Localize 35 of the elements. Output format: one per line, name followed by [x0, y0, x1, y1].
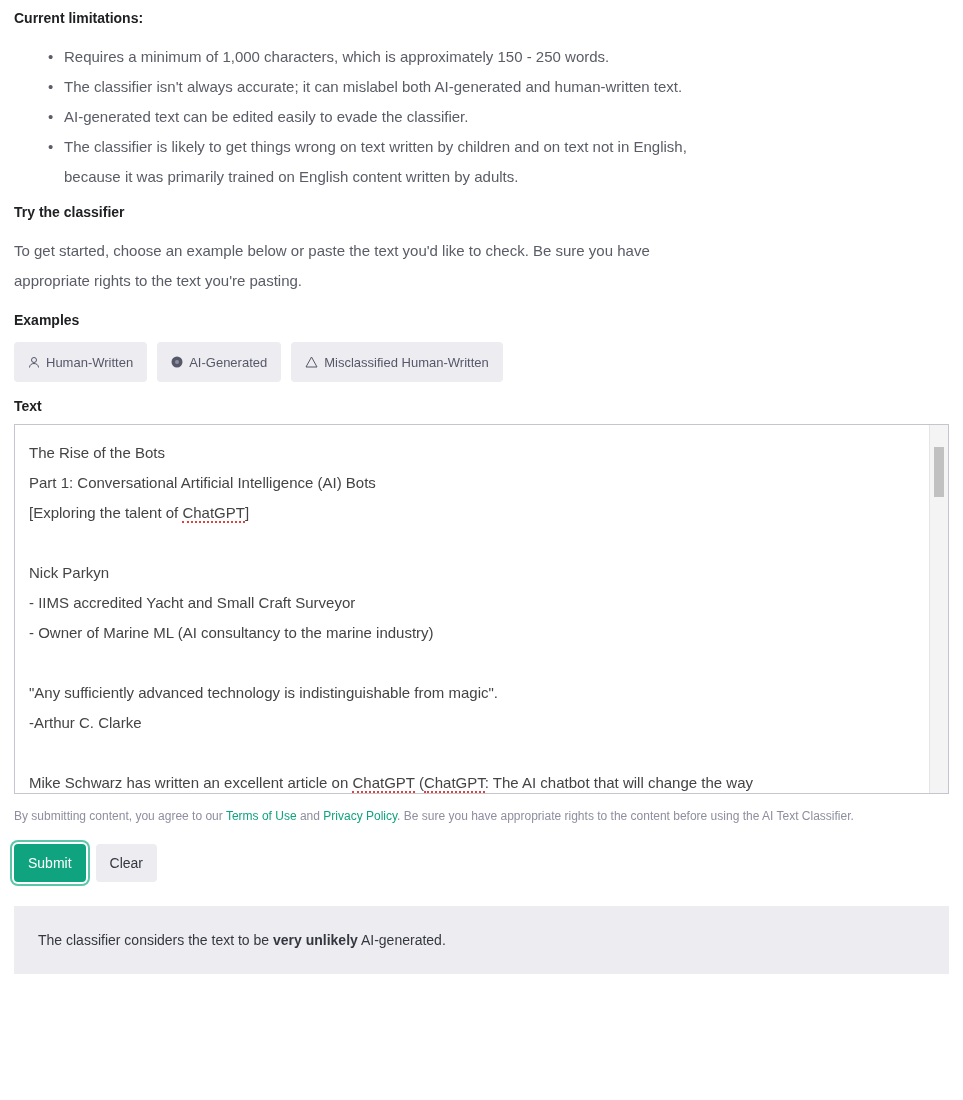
example-button[interactable]: Misclassified Human-Written: [291, 342, 503, 382]
clear-button[interactable]: Clear: [95, 844, 158, 882]
example-button[interactable]: Human-Written: [14, 342, 148, 382]
text-area[interactable]: [14, 424, 949, 794]
result-message: The classifier considers the text to be very unlikely AI-generated.: [14, 906, 949, 974]
bullet-marker: •: [48, 137, 55, 157]
text-line: Mike Schwarz has written an excellent article on ChatGPT (ChatGPT: The AI chatbot that will change the way: [29, 773, 754, 793]
section-heading: Examples: [14, 312, 81, 328]
limitation-item: The classifier is likely to get things wrong on text written by children and on text not in English, because it was primarily trained on English content written by adults.: [64, 137, 688, 187]
scrollbar-thumb[interactable]: [934, 447, 944, 497]
field-label: Text: [14, 398, 43, 414]
ai-icon: [171, 356, 184, 368]
limitation-item: The classifier isn't always accurate; it can mislabel both AI-generated and human-written text.: [64, 77, 683, 97]
warning-icon: [305, 356, 319, 368]
section-heading: Try the classifier: [14, 204, 126, 220]
terms-link[interactable]: Terms of Use: [225, 809, 297, 823]
bullet-marker: •: [48, 107, 55, 127]
text-line: "Any sufficiently advanced technology is indistinguishable from magic".: [29, 683, 499, 703]
limitation-item: Requires a minimum of 1,000 characters, which is approximately 150 - 250 words.: [64, 47, 610, 67]
text-line: [Exploring the talent of ChatGPT]: [29, 503, 251, 525]
scrollbar[interactable]: [929, 425, 948, 793]
text-line: The Rise of the Bots: [29, 443, 166, 463]
bullet-marker: •: [48, 77, 55, 97]
person-icon: [28, 356, 40, 368]
limitation-item: AI-generated text can be edited easily to evade the classifier.: [64, 107, 469, 127]
terms-notice: By submitting content, you agree to our Terms of Use and Privacy Policy. Be sure you have appropriate rights to the content before using the AI Text Classifier.: [14, 808, 855, 825]
intro-paragraph: To get started, choose an example below or paste the text you'd like to check. Be sure you have appropriate rights to the text you're pasting.: [14, 241, 651, 291]
text-line: Part 1: Conversational Artificial Intelligence (AI) Bots: [29, 473, 377, 493]
bullet-marker: •: [48, 47, 55, 67]
example-button[interactable]: AI-Generated: [157, 342, 282, 382]
text-line: - IIMS accredited Yacht and Small Craft Surveyor: [29, 593, 357, 613]
section-heading: Current limitations:: [14, 10, 145, 26]
text-line: Nick Parkyn: [29, 563, 111, 583]
text-line: -Arthur C. Clarke: [29, 713, 143, 733]
text-line: - Owner of Marine ML (AI consultancy to the marine industry): [29, 623, 435, 643]
